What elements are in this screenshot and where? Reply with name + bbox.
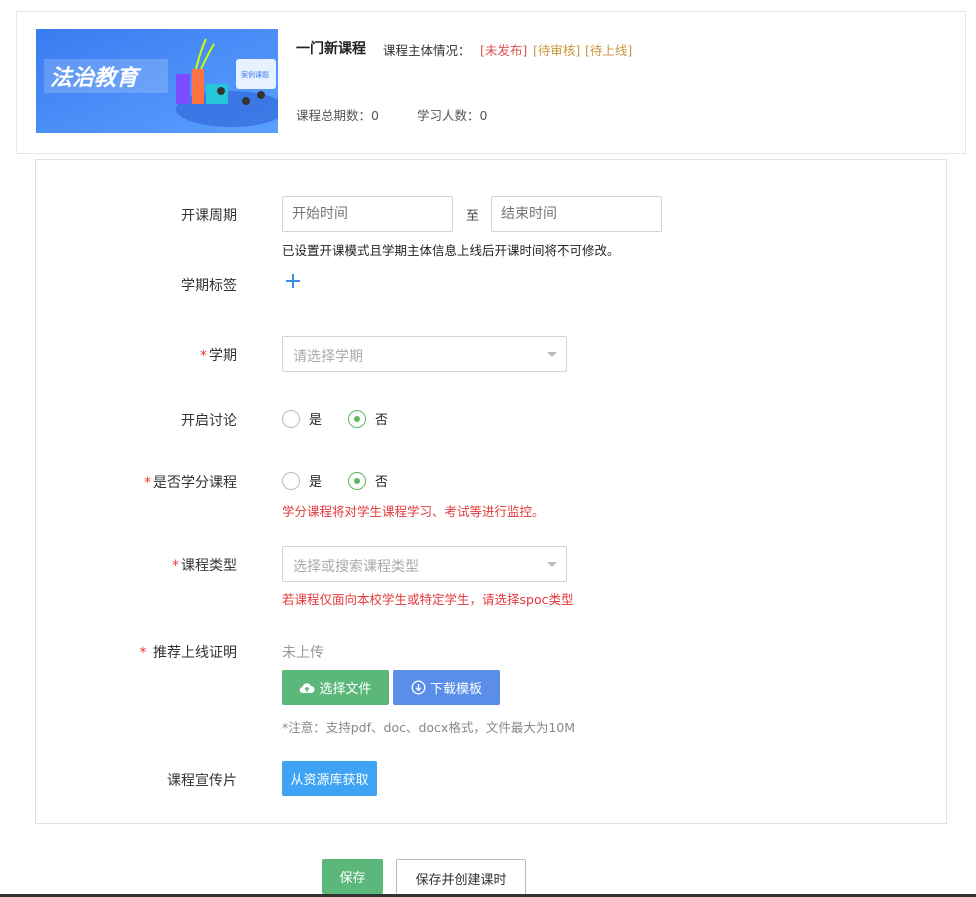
discussion-yes-radio[interactable]: 是: [282, 409, 322, 428]
credit-label-text: 是否学分课程: [153, 475, 237, 491]
thumbnail-subtitle: 案例课题: [241, 70, 269, 79]
radio-label: 是: [309, 413, 323, 428]
choose-file-button[interactable]: 选择文件: [282, 670, 389, 705]
period-label: 开课周期: [181, 208, 237, 224]
status-pending-review: [待审核]: [533, 43, 581, 58]
course-title: 一门新课程: [296, 41, 366, 57]
discussion-radio-group: 是 否: [282, 409, 414, 428]
credit-label: * 是否学分课程: [144, 472, 237, 492]
period-hint: 已设置开课模式且学期主体信息上线后开课时间将不可修改。: [282, 243, 620, 258]
course-type-select[interactable]: 选择或搜索课程类型: [282, 546, 567, 582]
semester-label-text: 学期: [209, 348, 237, 364]
course-type-placeholder: 选择或搜索课程类型: [293, 559, 419, 575]
credit-hint: 学分课程将对学生课程学习、考试等进行监控。: [282, 504, 545, 519]
discussion-label: 开启讨论: [181, 413, 237, 429]
proof-label-text: 推荐上线证明: [153, 645, 237, 661]
proof-upload-status: 未上传: [282, 645, 324, 661]
status-pending-online: [待上线]: [585, 43, 633, 58]
status-unpublished: [未发布]: [480, 43, 528, 58]
semester-form: 开课周期 至 已设置开课模式且学期主体信息上线后开课时间将不可修改。 学期标签 …: [35, 159, 947, 824]
radio-label: 否: [375, 413, 389, 428]
semester-label: * 学期: [200, 345, 237, 365]
thumbnail-title: 法治教育: [50, 65, 142, 91]
semester-placeholder: 请选择学期: [293, 349, 363, 365]
chevron-down-icon: [547, 562, 557, 567]
semester-select[interactable]: 请选择学期: [282, 336, 567, 372]
get-from-library-button[interactable]: 从资源库获取: [282, 761, 377, 796]
save-and-create-lesson-button[interactable]: 保存并创建课时: [396, 859, 526, 897]
required-mark: *: [144, 475, 151, 491]
radio-label: 否: [375, 475, 389, 490]
credit-radio-group: 是 否: [282, 471, 414, 490]
proof-format-note: *注意：支持pdf、doc、docx格式，文件最大为10M: [282, 720, 576, 735]
radio-circle: [282, 471, 300, 490]
plus-icon[interactable]: [283, 271, 303, 291]
radio-circle-checked: [348, 409, 367, 428]
radio-circle-checked: [348, 471, 367, 490]
end-time-input[interactable]: [491, 196, 662, 232]
discussion-no-radio[interactable]: 否: [348, 409, 388, 428]
radio-circle: [282, 409, 300, 428]
total-periods: 课程总期数：0: [296, 108, 379, 123]
required-mark: *: [139, 645, 151, 661]
course-thumbnail[interactable]: 法治教育 案例课题: [36, 29, 278, 133]
credit-no-radio[interactable]: 否: [348, 471, 388, 490]
tag-label: 学期标签: [181, 278, 237, 294]
save-button[interactable]: 保存: [322, 859, 383, 894]
course-status-label: 课程主体情况：: [383, 43, 471, 58]
radio-label: 是: [309, 475, 323, 490]
promo-video-label: 课程宣传片: [167, 773, 237, 789]
download-template-label: 下载模板: [429, 682, 482, 697]
period-to-text: 至: [466, 209, 480, 224]
cloud-upload-icon: [300, 682, 315, 693]
download-template-button[interactable]: 下载模板: [393, 670, 500, 705]
course-type-label: * 课程类型: [172, 555, 237, 575]
thumbnail-illustration: 法治教育 案例课题: [36, 29, 278, 133]
start-time-input[interactable]: [282, 196, 453, 232]
required-mark: *: [172, 558, 179, 574]
proof-label: * 推荐上线证明: [140, 642, 237, 662]
required-mark: *: [200, 348, 207, 364]
course-type-label-text: 课程类型: [181, 558, 237, 574]
credit-yes-radio[interactable]: 是: [282, 471, 322, 490]
course-type-hint: 若课程仅面向本校学生或特定学生，请选择spoc类型: [282, 592, 574, 607]
learner-count: 学习人数：0: [417, 108, 488, 123]
choose-file-label: 选择文件: [319, 682, 372, 697]
course-header-card: 法治教育 案例课题 一门新课程 课程主体情况： [未发布] [待审核] [待上线…: [16, 11, 966, 154]
download-icon: [411, 680, 426, 695]
chevron-down-icon: [547, 352, 557, 357]
